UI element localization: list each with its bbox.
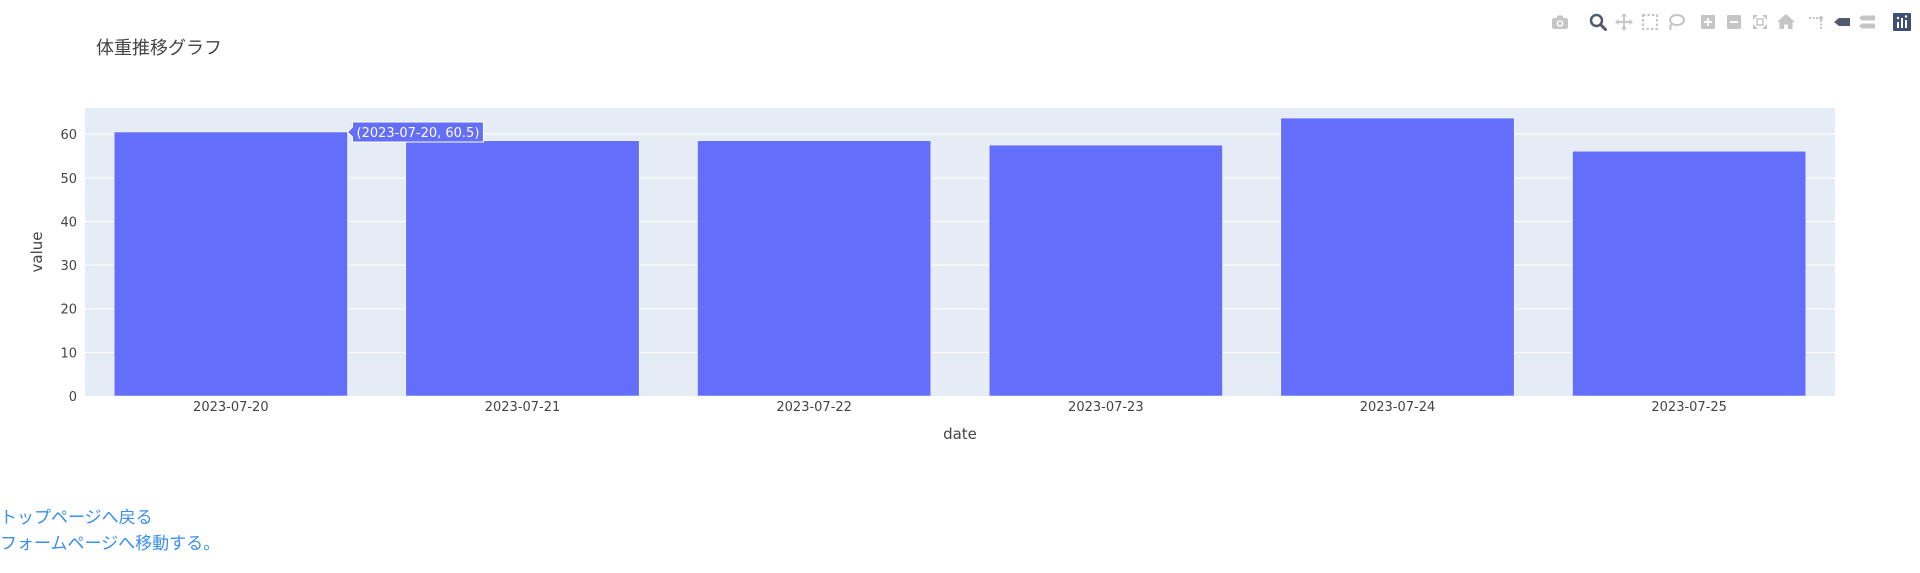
page: 体重推移グラフ 0 10 20 30 40 50 60 2023-07-20 2023-07-… (0, 0, 1920, 573)
y-tick-label: 0 (69, 390, 77, 405)
x-tick-labels: 2023-07-20 2023-07-21 2023-07-22 2023-07-23… (193, 400, 1727, 415)
nav-links: トップページへ戻る フォームページへ移動する。 (0, 505, 220, 557)
x-tick-label: 2023-07-22 (776, 400, 852, 415)
hover-tooltip: (2023-07-20, 60.5) (346, 121, 484, 143)
plotly-logo-icon[interactable] (1890, 10, 1914, 34)
y-tick-label: 10 (60, 346, 77, 361)
pan-icon[interactable] (1612, 10, 1636, 34)
hover-closest-icon[interactable] (1830, 10, 1854, 34)
autoscale-icon[interactable] (1748, 10, 1772, 34)
bar[interactable] (113, 131, 348, 397)
top-page-link[interactable]: トップページへ戻る (0, 505, 220, 531)
x-tick-label: 2023-07-20 (193, 400, 269, 415)
box-select-icon[interactable] (1638, 10, 1662, 34)
bar[interactable] (1572, 150, 1807, 397)
plot-modebar (1548, 10, 1920, 36)
hover-tooltip-label: (2023-07-20, 60.5) (357, 126, 480, 141)
x-tick-label: 2023-07-23 (1068, 400, 1144, 415)
zoom-out-icon[interactable] (1722, 10, 1746, 34)
reset-axes-icon[interactable] (1774, 10, 1798, 34)
weight-bar-chart: 体重推移グラフ 0102030405060 2023-07-20 2023-07-… (28, 38, 1835, 443)
form-page-link[interactable]: フォームページへ移動する。 (0, 531, 220, 557)
y-tick-label: 20 (60, 303, 77, 318)
bar[interactable] (988, 144, 1223, 397)
zoom-icon[interactable] (1586, 10, 1610, 34)
spike-lines-icon[interactable] (1804, 10, 1828, 34)
x-tick-label: 2023-07-24 (1360, 400, 1436, 415)
x-tick-label: 2023-07-25 (1651, 400, 1727, 415)
y-tick-label: 60 (60, 128, 77, 143)
camera-icon[interactable] (1548, 10, 1572, 34)
y-tick-label: 50 (60, 172, 77, 187)
y-tick-labels: 0 10 20 30 40 50 60 (60, 128, 77, 405)
y-axis-label: value (28, 232, 46, 273)
lasso-select-icon[interactable] (1664, 10, 1688, 34)
x-axis-label: date (943, 425, 977, 443)
y-tick-label: 40 (60, 215, 77, 230)
y-tick-label: 30 (60, 259, 77, 274)
zoom-in-icon[interactable] (1696, 10, 1720, 34)
bar[interactable] (1280, 117, 1515, 397)
chart-title: 体重推移グラフ (96, 38, 222, 59)
x-tick-label: 2023-07-21 (485, 400, 561, 415)
hover-compare-icon[interactable] (1856, 10, 1880, 34)
bar[interactable] (697, 140, 932, 397)
bar[interactable] (405, 140, 640, 397)
